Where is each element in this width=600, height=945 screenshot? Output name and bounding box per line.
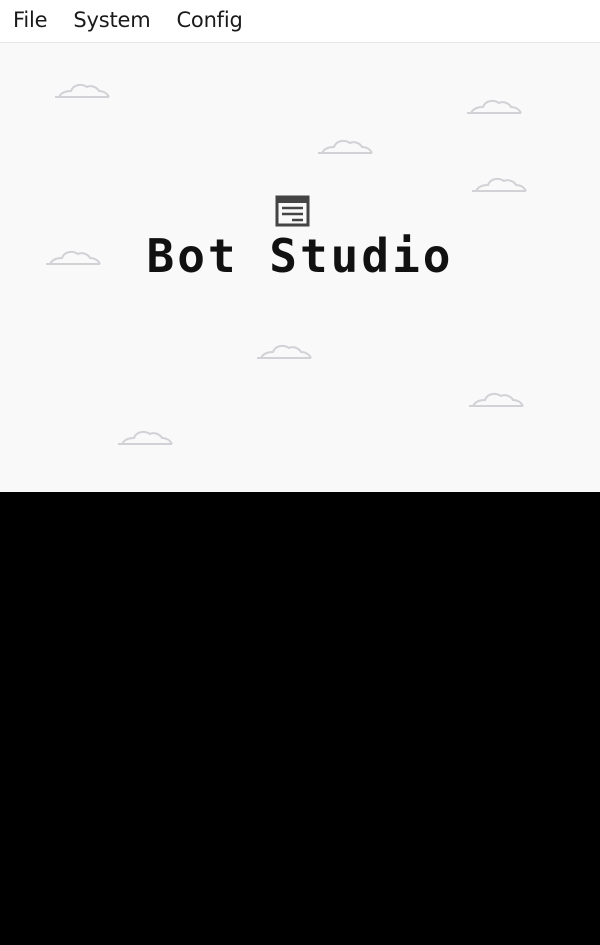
cloud-icon xyxy=(318,139,373,154)
menu-file[interactable]: File xyxy=(0,0,60,44)
cloud-icon xyxy=(55,83,110,98)
app-title: Bot Studio xyxy=(146,229,454,283)
bot-logo-icon xyxy=(275,195,310,227)
cloud-icon xyxy=(118,430,173,445)
menu-bar: File System Config xyxy=(0,0,600,43)
cloud-icon xyxy=(469,392,524,407)
menu-config[interactable]: Config xyxy=(163,0,255,44)
bottom-screen[interactable] xyxy=(0,492,600,945)
top-screen[interactable]: Bot Studio xyxy=(0,43,600,492)
menu-system[interactable]: System xyxy=(60,0,163,44)
cloud-icon xyxy=(472,177,527,192)
cloud-icon xyxy=(467,99,522,114)
cloud-icon xyxy=(257,344,312,359)
